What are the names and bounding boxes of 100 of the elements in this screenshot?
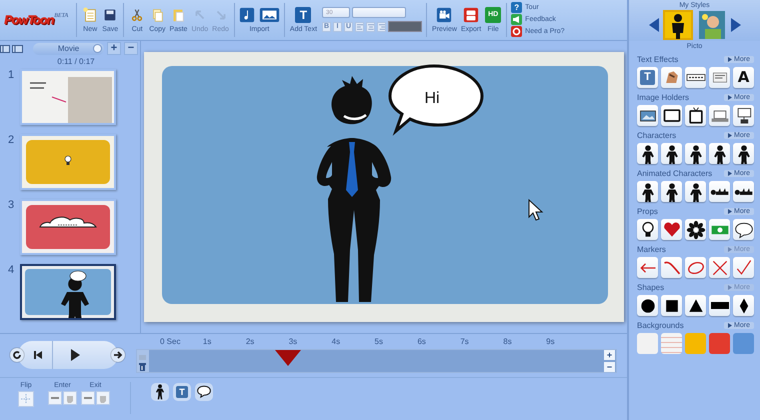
text-strip-icon xyxy=(686,74,706,81)
caret-icon xyxy=(728,133,732,138)
rectangle-icon xyxy=(710,302,728,309)
caret-icon xyxy=(728,323,732,328)
align-left-button[interactable] xyxy=(355,22,364,32)
align-right-button[interactable] xyxy=(377,22,386,32)
flower-icon xyxy=(686,220,706,240)
music-import-button[interactable] xyxy=(238,6,255,23)
zoom-in-button[interactable]: + xyxy=(604,350,615,360)
app-logo: PowToon xyxy=(4,12,54,27)
category-title: Markers xyxy=(637,245,666,254)
timeline-tick-label: 2s xyxy=(246,337,254,346)
slides-view-icon[interactable] xyxy=(0,44,24,54)
cartoon-style-thumbnail[interactable] xyxy=(696,10,726,40)
text-icon: T xyxy=(176,386,188,398)
caret-icon xyxy=(728,171,732,176)
lined-paper-swatch[interactable] xyxy=(661,333,682,354)
hand-icon xyxy=(99,393,107,404)
left-arrow-icon xyxy=(648,18,658,32)
slide-number: 2 xyxy=(8,134,16,146)
caret-icon xyxy=(728,209,732,214)
help-icon: ? xyxy=(511,2,522,14)
timeline-tick-label: 3s xyxy=(288,337,298,346)
music-note-icon xyxy=(238,6,255,23)
timeline-tick-label: 4s xyxy=(332,337,340,346)
previous-style-button[interactable] xyxy=(648,18,658,32)
image-icon xyxy=(258,6,280,23)
picto-style-thumbnail[interactable] xyxy=(662,10,692,40)
settings-icon[interactable] xyxy=(93,44,102,54)
play-icon xyxy=(70,349,80,362)
category-title: Backgrounds xyxy=(637,321,684,330)
background-swatch[interactable] xyxy=(685,333,706,354)
megaphone-icon xyxy=(511,14,522,26)
lying-figure-icon xyxy=(710,188,730,196)
minus-enter-button[interactable] xyxy=(48,391,62,406)
timeline-tick-label: 7s xyxy=(460,337,469,346)
new-document-icon xyxy=(82,6,98,23)
lying-figure-icon xyxy=(734,188,754,196)
minus-icon xyxy=(51,397,59,400)
text-icon: T xyxy=(295,6,312,23)
hand-icon xyxy=(66,393,74,404)
category-title: Image Holders xyxy=(637,93,690,102)
text-box-icon: T xyxy=(640,70,655,85)
hand-enter-button[interactable] xyxy=(63,391,77,406)
timeline-tick-label: 5s xyxy=(374,337,383,346)
add-character-button[interactable] xyxy=(151,383,169,402)
category-title: Shapes xyxy=(637,283,664,292)
category-title: Characters xyxy=(637,131,676,140)
loop-button[interactable] xyxy=(10,348,24,362)
align-center-button[interactable] xyxy=(366,22,376,32)
slide-number: 1 xyxy=(8,68,16,81)
forward-button[interactable] xyxy=(111,348,125,362)
category-title: Animated Characters xyxy=(637,169,712,178)
add-speech-bubble-button[interactable] xyxy=(195,383,213,402)
hand-exit-button[interactable] xyxy=(96,391,110,406)
minus-exit-button[interactable] xyxy=(81,391,95,406)
align-lines-icon xyxy=(378,22,385,31)
speech-bubble-icon xyxy=(196,385,212,400)
add-text-box-button[interactable]: T xyxy=(173,383,191,402)
playhead-marker[interactable] xyxy=(274,350,301,366)
category-title: Props xyxy=(637,207,658,216)
movie-tab[interactable]: Movie xyxy=(33,42,104,55)
timeline-tick-label: 1s xyxy=(202,337,212,346)
background-swatch[interactable] xyxy=(709,333,730,354)
lifebuoy-icon xyxy=(511,26,522,38)
zoom-out-button[interactable]: − xyxy=(604,362,615,372)
font-dropdown[interactable] xyxy=(352,7,406,18)
next-style-button[interactable] xyxy=(730,18,740,32)
remove-slide-button[interactable]: − xyxy=(124,42,138,56)
image-import-button[interactable] xyxy=(258,6,280,23)
movie-time: 0:11 / 0:17 xyxy=(56,56,96,66)
slide-frame[interactable] xyxy=(20,198,116,255)
add-slide-button[interactable]: + xyxy=(107,42,121,56)
caret-icon xyxy=(728,57,732,62)
timeline-tick-label: 9s xyxy=(546,337,555,346)
figure-icon xyxy=(154,384,166,400)
category-title: Text Effects xyxy=(637,55,678,64)
color-picker[interactable] xyxy=(388,21,422,32)
timeline-tick-label: 6s xyxy=(417,337,426,346)
minus-icon xyxy=(84,397,92,400)
background-swatch[interactable] xyxy=(733,333,754,354)
heart-icon xyxy=(662,220,682,240)
align-lines-icon xyxy=(356,22,363,31)
timeline-track[interactable]: + − xyxy=(136,349,617,374)
letter-icon: A xyxy=(738,70,750,85)
video-screen-icon xyxy=(463,6,480,23)
background-swatch[interactable] xyxy=(637,333,658,354)
camera-icon xyxy=(436,6,452,23)
caret-icon xyxy=(728,247,732,252)
mouse-pointer-icon xyxy=(528,198,544,220)
slide-frame[interactable] xyxy=(20,264,116,320)
trash-icon[interactable] xyxy=(138,362,147,372)
skip-back-icon xyxy=(33,350,43,360)
slide-number: 4 xyxy=(8,264,16,276)
timeline-tick-label: 8s xyxy=(503,337,512,346)
flip-button[interactable] xyxy=(18,391,34,408)
crosshair-icon xyxy=(21,394,31,404)
slide-number: 3 xyxy=(8,198,16,211)
caret-icon xyxy=(728,285,732,290)
right-arrow-icon xyxy=(730,18,740,32)
